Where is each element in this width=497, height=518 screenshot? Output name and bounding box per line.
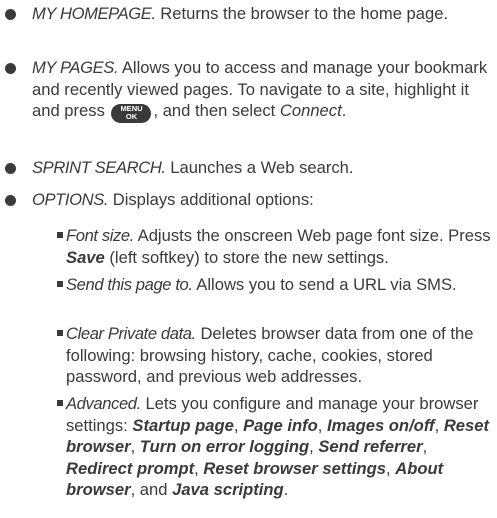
separator: , [130, 437, 140, 456]
separator: , [434, 415, 444, 435]
setting-java-scripting: Java scripting [172, 480, 284, 499]
item-description-part2: , and then select [153, 101, 280, 120]
item-text: OPTIONS. Displays additional options: [32, 189, 493, 211]
bullet-icon [5, 195, 16, 206]
item-term: OPTIONS. [32, 190, 109, 209]
square-bullet-icon [57, 232, 63, 238]
sub-item-text: Advanced. Lets you configure and manage … [66, 393, 493, 501]
separator: , [309, 437, 319, 456]
item-term: MY HOMEPAGE. [32, 4, 156, 23]
menu-key-label-bottom: OK [125, 112, 138, 121]
separator: , [422, 437, 428, 456]
separator: , [385, 458, 396, 478]
item-text: SPRINT SEARCH. Launches a Web search. [32, 157, 493, 179]
setting-send-referrer: Send referrer [318, 437, 423, 456]
square-bullet-icon [57, 281, 63, 287]
separator: , [317, 415, 327, 435]
setting-error-logging: Turn on error logging [139, 437, 310, 456]
item-description: Returns the browser to the home page. [155, 4, 449, 23]
setting-startup-page: Startup page [132, 415, 234, 435]
sub-item-term: Send this page to. [66, 275, 193, 294]
manual-page: MY HOMEPAGE. Returns the browser to the … [0, 0, 497, 518]
item-period: . [341, 101, 347, 120]
item-text: MY HOMEPAGE. Returns the browser to the … [32, 3, 493, 25]
separator: , [194, 458, 204, 478]
item-text: MY PAGES. Allows you to access and manag… [32, 57, 493, 123]
bullet-icon [5, 9, 16, 20]
separator-and: , and [130, 480, 173, 499]
item-description: Displays additional options: [108, 190, 314, 209]
bullet-icon [5, 163, 16, 174]
connect-label: Connect [279, 101, 342, 120]
square-bullet-icon [57, 400, 63, 406]
item-term: SPRINT SEARCH. [32, 158, 166, 177]
sub-item-term: Clear Private data. [66, 324, 196, 343]
item-term: MY PAGES. [32, 58, 119, 77]
sub-item-text: Clear Private data. Deletes browser data… [66, 323, 493, 388]
square-bullet-icon [57, 330, 63, 336]
setting-reset-browser-settings: Reset browser settings [203, 458, 386, 478]
item-period: . [283, 480, 289, 499]
menu-ok-key-icon: MENU OK [111, 103, 152, 123]
sub-item-term: Font size. [66, 226, 134, 245]
setting-page-info: Page info [243, 415, 318, 435]
separator: , [233, 415, 244, 435]
sub-item-term: Advanced. [66, 394, 141, 413]
sub-item-description-part2: (left softkey) to store the new settings… [104, 247, 389, 267]
sub-item-description: Allows you to send a URL via SMS. [192, 275, 457, 294]
setting-images: Images on/off [327, 415, 435, 435]
sub-item-description-part1: Adjusts the onscreen Web page font size.… [133, 226, 491, 245]
sub-item-text: Font size. Adjusts the onscreen Web page… [66, 225, 493, 268]
save-label: Save [66, 247, 105, 267]
setting-redirect-prompt: Redirect prompt [66, 458, 195, 478]
item-description: Launches a Web search. [165, 158, 354, 177]
sub-item-text: Send this page to. Allows you to send a … [66, 274, 493, 296]
bullet-icon [5, 63, 16, 74]
